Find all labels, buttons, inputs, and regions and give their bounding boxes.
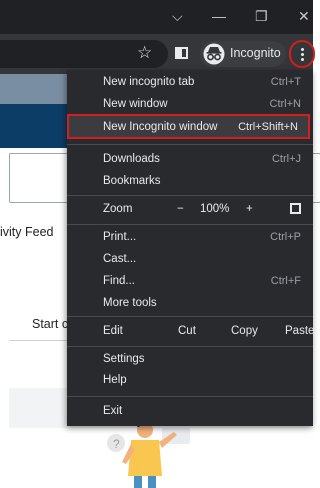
svg-text:?: ? xyxy=(113,437,120,451)
menu-separator xyxy=(67,346,313,347)
activity-feed-heading: ivity Feed xyxy=(0,225,54,239)
menu-item-label: New Incognito window xyxy=(103,121,218,133)
zoom-in-button[interactable]: + xyxy=(246,203,253,225)
menu-item-label: Downloads xyxy=(103,153,160,165)
restore-button[interactable]: ❐ xyxy=(255,7,268,25)
menu-separator xyxy=(67,316,313,317)
menu-item-settings[interactable]: Settings xyxy=(67,349,313,371)
menu-item-label: More tools xyxy=(103,297,157,309)
cut-button[interactable]: Cut xyxy=(178,325,196,347)
menu-item-help[interactable]: Help xyxy=(67,370,313,392)
menu-item-label: Print... xyxy=(103,231,137,243)
incognito-profile-button[interactable]: Incognito xyxy=(200,41,286,67)
menu-item-cast[interactable]: Cast... xyxy=(67,249,313,271)
menu-item-shortcut: Ctrl+N xyxy=(269,98,301,110)
menu-item-label: Settings xyxy=(103,353,145,365)
menu-item-print[interactable]: Print... Ctrl+P xyxy=(67,227,313,249)
menu-item-more-tools[interactable]: More tools xyxy=(67,293,313,315)
menu-item-new-incognito-window[interactable]: New Incognito window Ctrl+Shift+N xyxy=(67,114,310,139)
menu-separator xyxy=(67,195,313,196)
incognito-icon xyxy=(203,43,225,65)
edit-label: Edit xyxy=(103,325,123,337)
menu-item-label: Cast... xyxy=(103,253,137,265)
browser-toolbar: ☆ Incognito xyxy=(0,34,315,74)
menu-item-shortcut: Ctrl+J xyxy=(271,153,301,165)
close-button[interactable]: ✕ xyxy=(298,7,310,25)
paste-button[interactable]: Paste xyxy=(285,325,314,347)
minimize-button[interactable]: — xyxy=(212,7,226,25)
chrome-main-menu: New incognito tab Ctrl+T New window Ctrl… xyxy=(67,70,314,426)
menu-item-shortcut: Ctrl+P xyxy=(270,231,301,243)
menu-row-edit: Edit Cut Copy Paste xyxy=(67,321,314,343)
title-bar: ⌵ — ❐ ✕ xyxy=(0,0,313,34)
menu-separator xyxy=(67,144,313,145)
menu-item-label: Help xyxy=(103,374,127,386)
menu-item-label: Exit xyxy=(103,405,123,417)
menu-item-label: New incognito tab xyxy=(103,76,195,88)
menu-separator xyxy=(67,396,313,397)
menu-item-downloads[interactable]: Downloads Ctrl+J xyxy=(67,149,313,171)
star-icon[interactable]: ☆ xyxy=(137,43,152,63)
menu-item-label: New window xyxy=(103,98,168,110)
menu-item-bookmarks[interactable]: Bookmarks xyxy=(67,171,313,193)
tab-search-chevron-icon[interactable]: ⌵ xyxy=(172,7,183,25)
fullscreen-icon[interactable] xyxy=(290,203,301,214)
menu-item-label: Bookmarks xyxy=(103,175,161,187)
menu-separator xyxy=(67,224,313,225)
start-text: Start c xyxy=(32,317,69,331)
zoom-label: Zoom xyxy=(103,203,133,215)
menu-item-label: Find... xyxy=(103,275,135,287)
menu-item-shortcut: Ctrl+T xyxy=(270,76,301,88)
menu-row-zoom: Zoom − 100% + xyxy=(67,199,313,221)
menu-item-shortcut: Ctrl+Shift+N xyxy=(238,121,298,133)
zoom-level: 100% xyxy=(200,203,230,215)
kebab-menu-icon[interactable] xyxy=(289,40,315,68)
menu-item-shortcut: Ctrl+F xyxy=(270,275,301,287)
menu-item-new-window[interactable]: New window Ctrl+N xyxy=(67,94,313,116)
menu-item-new-incognito-tab[interactable]: New incognito tab Ctrl+T xyxy=(67,72,313,94)
menu-item-exit[interactable]: Exit xyxy=(67,401,313,423)
copy-button[interactable]: Copy xyxy=(231,325,258,347)
profile-label: Incognito xyxy=(230,46,281,60)
side-panel-icon[interactable] xyxy=(175,47,188,59)
menu-item-find[interactable]: Find... Ctrl+F xyxy=(67,271,313,293)
zoom-out-button[interactable]: − xyxy=(177,203,184,225)
